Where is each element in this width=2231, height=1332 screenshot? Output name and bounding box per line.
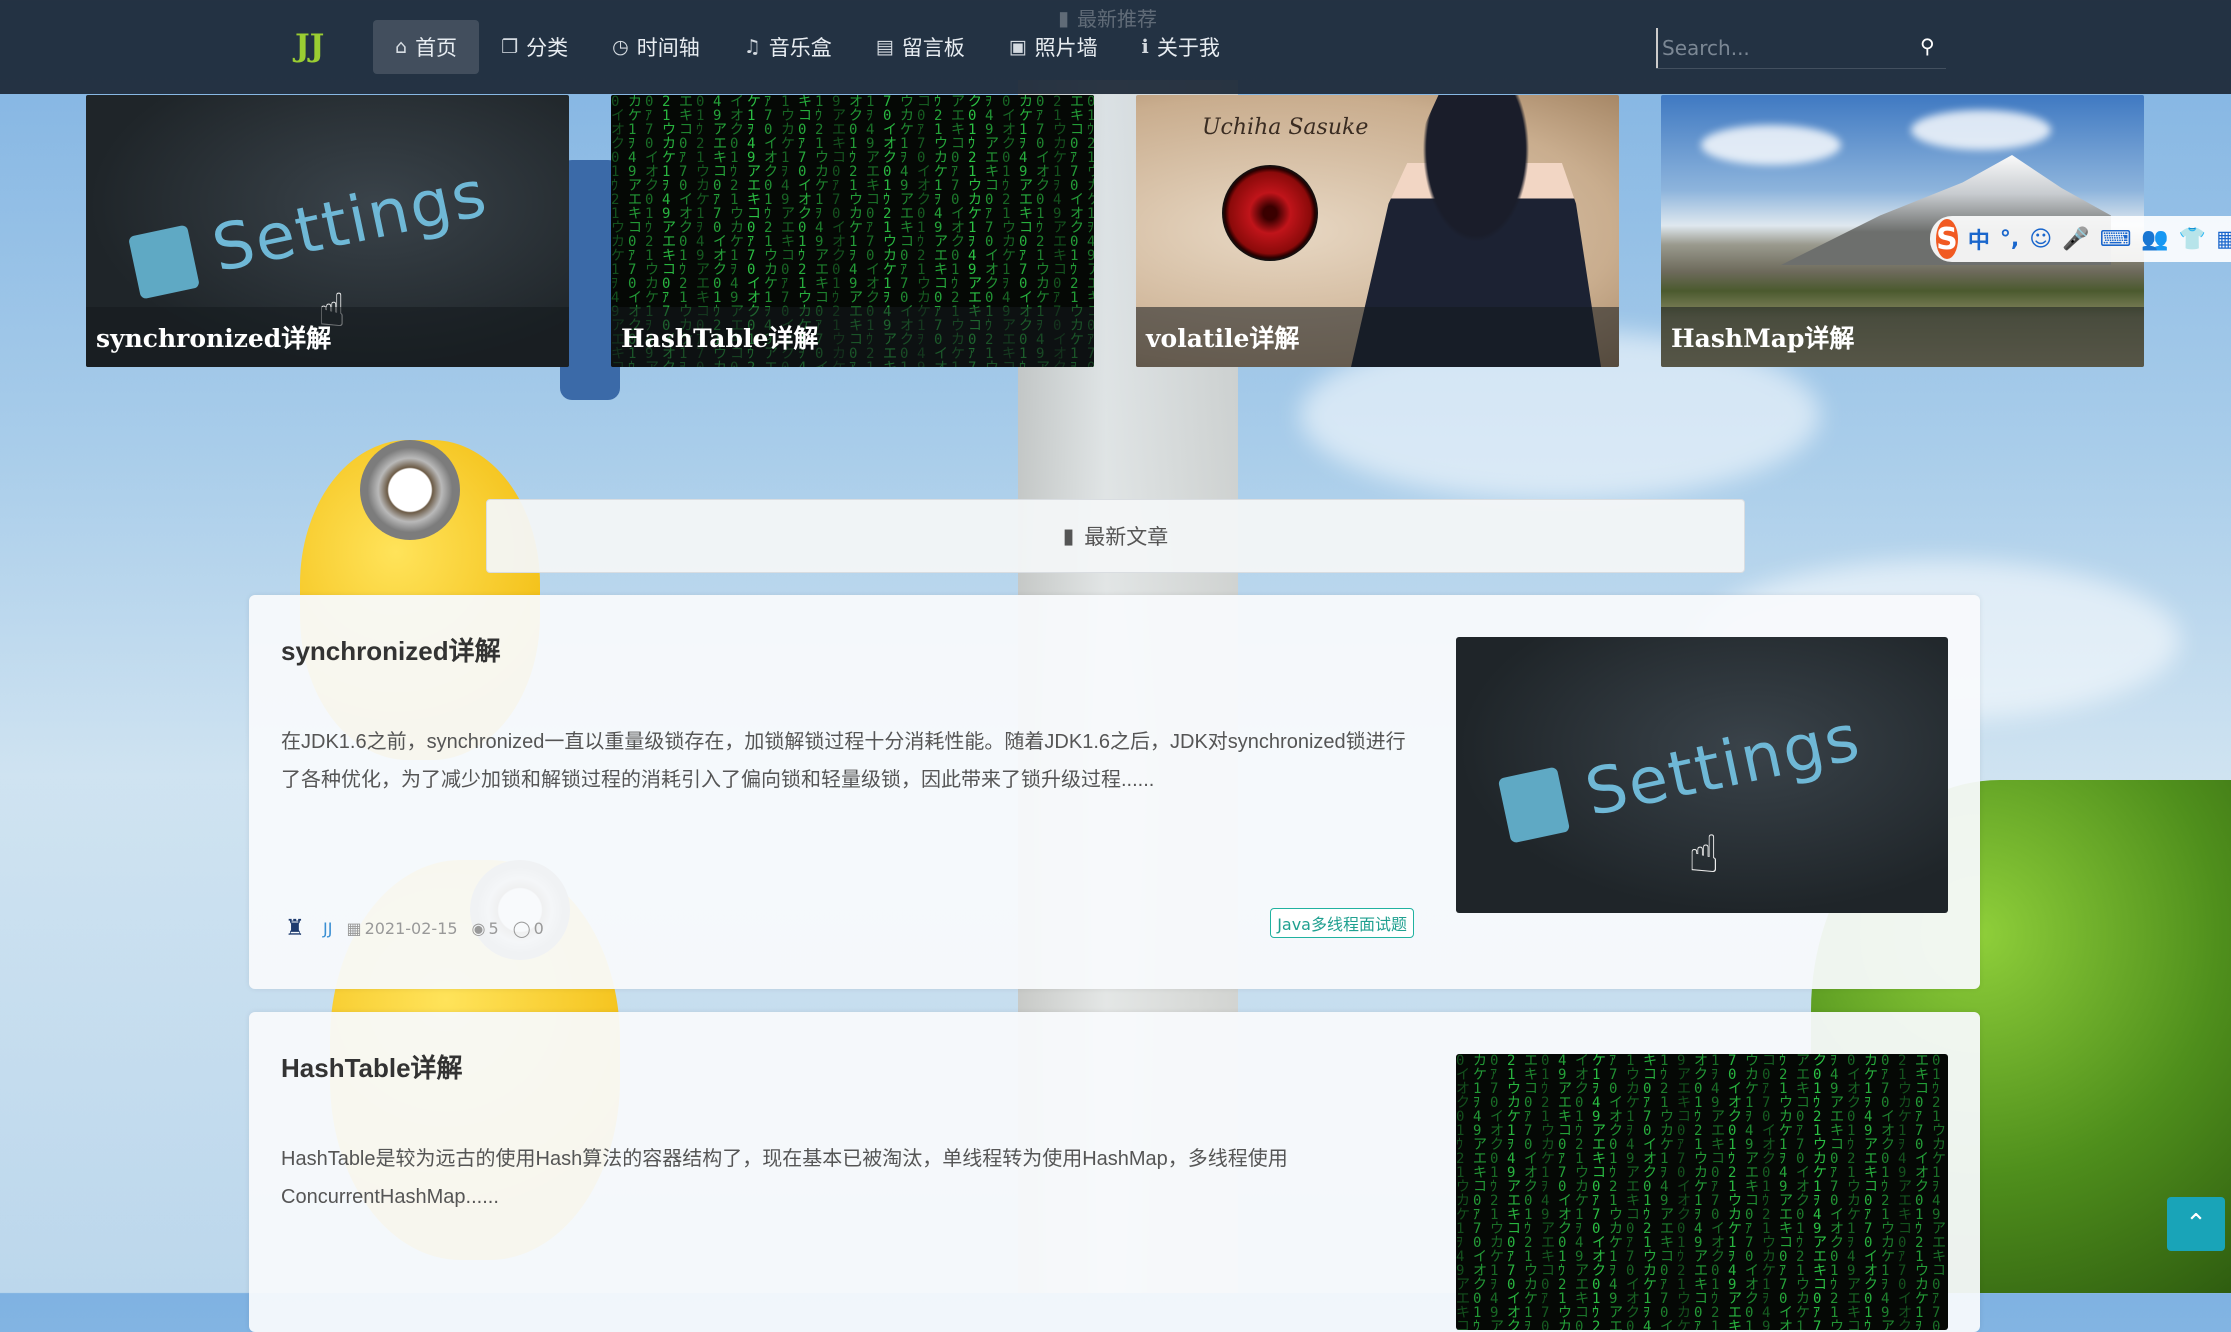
article-thumbnail[interactable]: Settings ☝ xyxy=(1456,637,1948,913)
featured-caption: HashTable详解 xyxy=(611,307,1094,367)
article-title[interactable]: synchronized详解 xyxy=(281,631,501,668)
matrix-code-column: エキコ0ｱ70イオク01ｳ21ウカケ1ｦ49 xyxy=(1915,1054,1929,1330)
article-title[interactable]: HashTable详解 xyxy=(281,1048,463,1085)
matrix-code-column: ｱ70イオク01ｳ21ウカケ1ｦ49アエキコ xyxy=(1609,1054,1623,1330)
featured-card[interactable]: Uchiha Sasuke volatile详解 xyxy=(1136,95,1619,367)
matrix-code-column: コ0ｱ70イオク01ｳ21ウカケ1ｦ49アエ xyxy=(1762,1054,1776,1330)
matrix-code-column: 21ウカケ1ｦ49アエキコ0ｱ70イオク01 xyxy=(1898,1054,1912,1330)
matrix-code-column: 0イオク01ｳ21ウカケ1ｦ49アエキコ0ｱ xyxy=(1456,1054,1470,1330)
settings-image-text: Settings xyxy=(1579,700,1868,832)
matrix-code-column: 9アエキコ0ｱ70イオク01ｳ21ウカケ1ｦ xyxy=(1677,1054,1691,1330)
copy-icon: ❐ xyxy=(501,36,519,58)
matrix-code-column: 1ｦ49アエキコ0ｱ70イオク01ｳ21ウカ xyxy=(1711,1054,1725,1330)
settings-image-text: Settings xyxy=(206,156,495,288)
article-summary: HashTable是较为远古的使用Hash算法的容器结构了，现在基本已被淘汰，单… xyxy=(281,1148,1288,1208)
nav-item-guestbook[interactable]: ▤ 留言板 xyxy=(854,20,987,74)
section-header-latest: ▮ 最新文章 xyxy=(486,499,1745,573)
featured-caption: HashMap详解 xyxy=(1661,307,2144,367)
article-card: synchronized详解 在JDK1.6之前，synchronized一直以… xyxy=(249,595,1980,989)
matrix-code-column: 21ウカケ1ｦ49アエキコ0ｱ70イオク01 xyxy=(1507,1054,1521,1330)
author-name[interactable]: JJ xyxy=(323,919,332,938)
nav-item-music[interactable]: ♫ 音乐盒 xyxy=(722,20,854,74)
matrix-code-column: イオク01ｳ21ウカケ1ｦ49アエキコ0ｱ7 xyxy=(1575,1054,1589,1330)
article-summary: 在JDK1.6之前，synchronized一直以重量级锁存在，加锁解锁过程十分… xyxy=(281,731,1406,791)
ime-keyboard-icon[interactable]: ⌨ xyxy=(2100,227,2132,252)
pointer-hand-icon: ☝ xyxy=(1688,825,1720,885)
featured-caption: synchronized详解 xyxy=(86,307,569,367)
back-to-top-button[interactable]: ⌃ xyxy=(2167,1197,2225,1251)
background-minion-goggle xyxy=(360,440,460,540)
publish-date: ▦ 2021-02-15 xyxy=(346,918,458,938)
ime-menu-icon[interactable]: ▦ xyxy=(2216,227,2231,252)
view-count: ◉ 5 xyxy=(471,918,499,938)
sogou-logo-icon[interactable]: S xyxy=(1936,219,1958,259)
matrix-code-column: ケ1ｦ49アエキコ0ｱ70イオク01ｳ21ウ xyxy=(1592,1054,1606,1330)
category-tag[interactable]: Java多线程面试题 xyxy=(1270,908,1414,938)
chevron-up-icon: ⌃ xyxy=(2185,1209,2207,1239)
nav-item-photos[interactable]: ▣ 照片墙 xyxy=(987,20,1120,74)
featured-caption: volatile详解 xyxy=(1136,307,1619,367)
ime-chinese-mode-icon[interactable]: 中 xyxy=(1968,223,1990,255)
sasuke-image-text: Uchiha Sasuke xyxy=(1202,115,1369,140)
comment-icon: ◯ xyxy=(512,918,531,938)
picture-icon: ▣ xyxy=(1008,36,1027,58)
cloud-graphic xyxy=(1911,110,2051,150)
book-icon: ▤ xyxy=(875,36,894,58)
matrix-code-column: 01ｳ21ウカケ1ｦ49アエキコ0ｱ70イオ xyxy=(1541,1054,1555,1330)
matrix-code-column: オク01ｳ21ウカケ1ｦ49アエキコ0ｱ70 xyxy=(1694,1054,1708,1330)
matrix-code-column: 01ｳ21ウカケ1ｦ49アエキコ0ｱ70イオ xyxy=(1932,1054,1946,1330)
ime-user-icon[interactable]: 👥 xyxy=(2141,227,2168,252)
search-box: ⚲ xyxy=(1656,28,1946,69)
clock-icon: ◷ xyxy=(612,36,629,58)
brand-logo[interactable]: JJ xyxy=(295,28,324,64)
main-nav: ⌂ 首页 ❐ 分类 ◷ 时间轴 ♫ 音乐盒 ▤ 留言板 ▣ 照片墙 ℹ 关于我 xyxy=(373,20,1242,74)
matrix-code-column: 70イオク01ｳ21ウカケ1ｦ49アエキコ0 xyxy=(1728,1054,1742,1330)
matrix-code-column: ｳ21ウカケ1ｦ49アエキコ0ｱ70イオク0 xyxy=(1779,1054,1793,1330)
ime-punctuation-icon[interactable]: °, xyxy=(2000,227,2019,252)
article-card: HashTable详解 HashTable是较为远古的使用Hash算法的容器结构… xyxy=(249,1012,1980,1332)
nav-item-home[interactable]: ⌂ 首页 xyxy=(373,20,480,74)
matrix-code-column: 0ｱ70イオク01ｳ21ウカケ1ｦ49アエキ xyxy=(1490,1054,1504,1330)
matrix-code-column: カケ1ｦ49アエキコ0ｱ70イオク01ｳ21 xyxy=(1864,1054,1878,1330)
matrix-code-column: カケ1ｦ49アエキコ0ｱ70イオク01ｳ21 xyxy=(1473,1054,1487,1330)
ime-emoji-icon[interactable]: ☺ xyxy=(2029,227,2052,252)
top-navbar: ▮ 最新推荐 JJ ⌂ 首页 ❐ 分类 ◷ 时间轴 ♫ 音乐盒 ▤ 留言板 ▣ … xyxy=(0,0,2231,94)
comment-count: ◯ 0 xyxy=(512,918,544,938)
matrix-code-column: 1ウカケ1ｦ49アエキコ0ｱ70イオク01ｳ xyxy=(1626,1054,1640,1330)
matrix-code-column: キコ0ｱ70イオク01ｳ21ウカケ1ｦ49ア xyxy=(1643,1054,1657,1330)
calendar-icon: ▦ xyxy=(346,918,362,938)
featured-card[interactable]: Settings ☝ synchronized详解 xyxy=(86,95,569,367)
matrix-code-column: 0ｱ70イオク01ｳ21ウカケ1ｦ49アエキ xyxy=(1881,1054,1895,1330)
article-thumbnail[interactable]: 0イオク01ｳ21ウカケ1ｦ49アエキコ0ｱカケ1ｦ49アエキコ0ｱ70イオク0… xyxy=(1456,1054,1948,1330)
nav-item-about[interactable]: ℹ 关于我 xyxy=(1120,20,1242,74)
nav-item-category[interactable]: ❐ 分类 xyxy=(479,20,590,74)
search-input[interactable] xyxy=(1656,28,1904,68)
sharingan-graphic xyxy=(1222,165,1318,261)
cloud-graphic xyxy=(1701,125,1841,165)
home-icon: ⌂ xyxy=(395,36,408,58)
settings-toggle-graphic xyxy=(128,224,200,300)
info-icon: ℹ xyxy=(1141,36,1149,58)
featured-card[interactable]: 0イオク01ｳ21ウカケ1ｦ49アエキコ0ｱカケ1ｦ49アエキコ0ｱ70イオク0… xyxy=(611,95,1094,367)
settings-toggle-graphic xyxy=(1497,766,1571,844)
nav-item-timeline[interactable]: ◷ 时间轴 xyxy=(590,20,722,74)
music-icon: ♫ xyxy=(743,36,761,58)
article-meta: ♜ JJ ▦ 2021-02-15 ◉ 5 ◯ 0 xyxy=(281,913,544,943)
ime-voice-icon[interactable]: 🎤 xyxy=(2062,227,2089,252)
matrix-code-column: 0イオク01ｳ21ウカケ1ｦ49アエキコ0ｱ xyxy=(1847,1054,1861,1330)
search-icon[interactable]: ⚲ xyxy=(1920,34,1935,58)
matrix-code-column: ウカケ1ｦ49アエキコ0ｱ70イオク01ｳ2 xyxy=(1745,1054,1759,1330)
matrix-code-column: 49アエキコ0ｱ70イオク01ｳ21ウカケ1 xyxy=(1558,1054,1572,1330)
avatar[interactable]: ♜ xyxy=(281,913,309,943)
matrix-code-column: 1ｳ21ウカケ1ｦ49アエキコ0ｱ70イオク xyxy=(1660,1054,1674,1330)
ime-toolbar: S 中 °, ☺ 🎤 ⌨ 👥 👕 ▦ xyxy=(1930,216,2231,262)
matrix-code-column: アエキコ0ｱ70イオク01ｳ21ウカケ1ｦ4 xyxy=(1796,1054,1810,1330)
matrix-code-column: エキコ0ｱ70イオク01ｳ21ウカケ1ｦ49 xyxy=(1524,1054,1538,1330)
matrix-code-column: ｦ49アエキコ0ｱ70イオク01ｳ21ウカケ xyxy=(1830,1054,1844,1330)
bookmark-icon: ▮ xyxy=(1062,524,1075,548)
eye-icon: ◉ xyxy=(471,918,486,938)
matrix-code-column: ク01ｳ21ウカケ1ｦ49アエキコ0ｱ70イ xyxy=(1813,1054,1827,1330)
ime-skin-icon[interactable]: 👕 xyxy=(2179,227,2206,252)
